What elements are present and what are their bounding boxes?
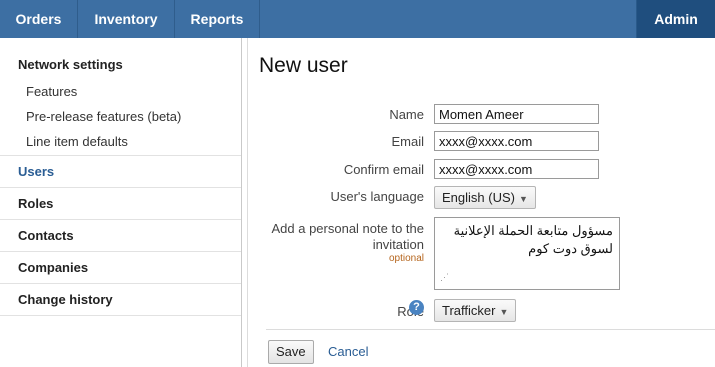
sidebar-item-roles[interactable]: Roles: [0, 187, 241, 219]
language-label: User's language: [330, 189, 424, 204]
tab-reports[interactable]: Reports: [175, 0, 260, 38]
save-button[interactable]: Save: [268, 340, 314, 364]
panel-divider: [247, 38, 248, 367]
page-title: New user: [259, 54, 348, 77]
help-icon[interactable]: ?: [409, 300, 424, 315]
chevron-down-icon: ▼: [518, 194, 528, 204]
form-divider: [266, 329, 715, 330]
sidebar-section-network-settings[interactable]: Network settings: [18, 57, 123, 72]
confirm-email-label: Confirm email: [343, 162, 424, 177]
role-select[interactable]: Trafficker ▼: [434, 299, 517, 322]
sidebar-item-users[interactable]: Users: [0, 155, 241, 187]
top-nav: Orders Inventory Reports Admin: [0, 0, 715, 38]
resize-grip-icon[interactable]: ⋰: [440, 268, 449, 286]
role-value: Trafficker: [442, 303, 496, 318]
tab-orders[interactable]: Orders: [0, 0, 78, 38]
optional-label: optional: [388, 253, 424, 264]
chevron-down-icon: ▼: [499, 307, 509, 317]
sidebar-item-label: Companies: [18, 260, 89, 275]
tab-inventory[interactable]: Inventory: [78, 0, 175, 38]
language-value: English (US): [442, 190, 515, 205]
tab-admin[interactable]: Admin: [636, 0, 715, 38]
sidebar-item-prerelease-features[interactable]: Pre-release features (beta): [26, 109, 181, 124]
sidebar-item-label: Users: [18, 164, 55, 179]
sidebar-item-contacts[interactable]: Contacts: [0, 219, 241, 251]
sidebar-divider: [0, 315, 241, 316]
sidebar-item-companies[interactable]: Companies: [0, 251, 241, 283]
sidebar-item-features[interactable]: Features: [26, 84, 77, 99]
email-label: Email: [391, 134, 424, 149]
sidebar-item-change-history[interactable]: Change history: [0, 283, 241, 315]
note-label: Add a personal note to the: [271, 221, 424, 236]
confirm-email-field[interactable]: [434, 159, 599, 179]
name-field[interactable]: [434, 104, 599, 124]
sidebar-item-label: Contacts: [18, 228, 74, 243]
sidebar: Network settings Features Pre-release fe…: [0, 38, 242, 367]
note-text: مسؤول متابعة الحملة الإعلانية لسوق دوت ك…: [453, 223, 613, 256]
sidebar-item-label: Change history: [18, 292, 113, 307]
note-label-line2: invitation: [372, 237, 424, 252]
personal-note-textarea[interactable]: مسؤول متابعة الحملة الإعلانية لسوق دوت ك…: [434, 217, 620, 290]
language-select[interactable]: English (US) ▼: [434, 186, 536, 209]
email-field[interactable]: [434, 131, 599, 151]
sidebar-item-line-item-defaults[interactable]: Line item defaults: [26, 134, 128, 149]
sidebar-item-label: Roles: [18, 196, 54, 211]
cancel-link[interactable]: Cancel: [328, 344, 368, 359]
name-label: Name: [389, 107, 424, 122]
